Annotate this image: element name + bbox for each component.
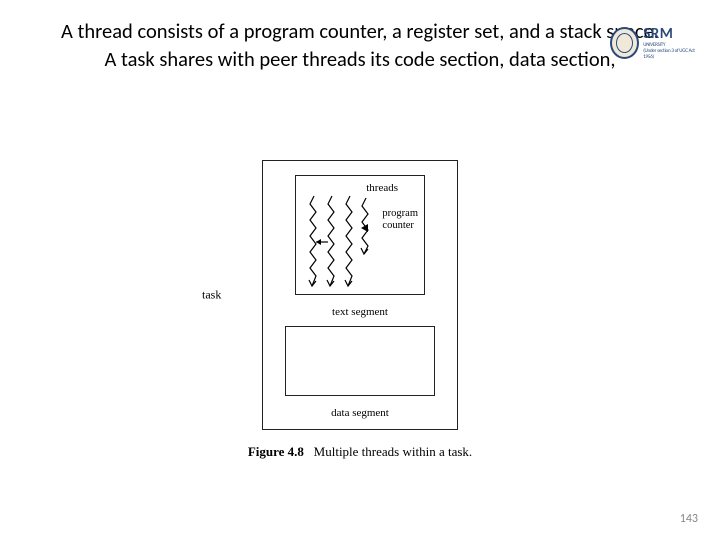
logo-seal-icon bbox=[610, 27, 639, 59]
task-box: threads program counter bbox=[262, 160, 458, 430]
logo-main-text: SRM bbox=[643, 27, 700, 42]
logo-sub-text-2: (Under section 3 of UGC Act 1956) bbox=[643, 48, 700, 60]
data-segment-box bbox=[285, 326, 435, 396]
caption-figure-number: Figure 4.8 bbox=[248, 444, 304, 459]
slide-body-text: A thread consists of a program counter, … bbox=[50, 18, 670, 73]
figure-caption: Figure 4.8 Multiple threads within a tas… bbox=[248, 444, 472, 460]
threads-label: threads bbox=[366, 182, 398, 194]
task-wrap: task threads program counter bbox=[262, 160, 458, 430]
srm-logo: SRM UNIVERSITY (Under section 3 of UGC A… bbox=[610, 22, 700, 64]
logo-text-block: SRM UNIVERSITY (Under section 3 of UGC A… bbox=[643, 27, 700, 60]
data-segment-label: data segment bbox=[331, 407, 389, 419]
body-line-2: A task shares with peer threads its code… bbox=[104, 46, 615, 72]
body-line-1: A thread consists of a program counter, … bbox=[61, 18, 659, 44]
task-label: task bbox=[202, 288, 221, 303]
text-segment-box: threads program counter bbox=[295, 175, 425, 295]
figure-area: task threads program counter bbox=[0, 160, 720, 460]
text-segment-label: text segment bbox=[332, 306, 388, 318]
threads-zigzag-icon bbox=[306, 194, 376, 290]
page-number: 143 bbox=[680, 512, 698, 526]
caption-text: Multiple threads within a task. bbox=[314, 444, 473, 459]
program-counter-label: program counter bbox=[382, 208, 418, 231]
